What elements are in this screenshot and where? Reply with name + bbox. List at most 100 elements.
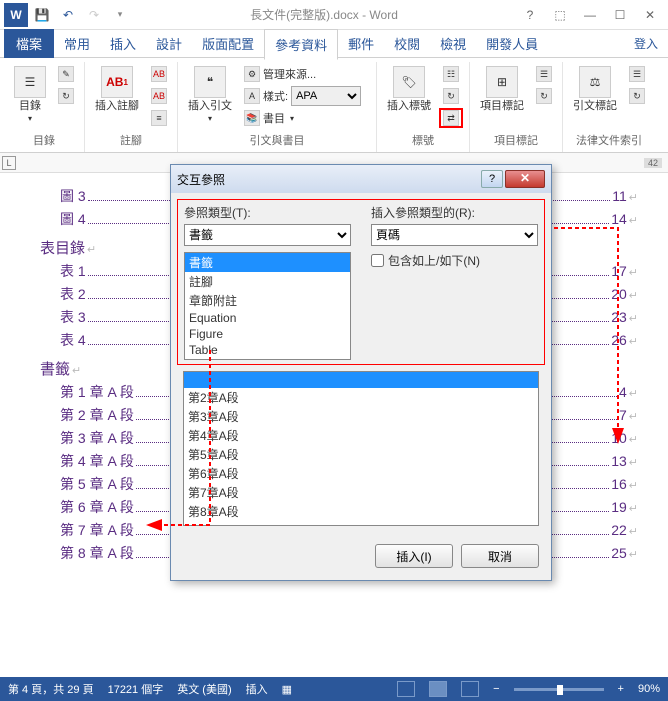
help-icon[interactable]: ? [516,5,544,25]
ref-type-option[interactable]: Table [185,342,350,358]
group-toc: ☰ 目錄 ▾ ✎ ↻ 目錄 [4,62,85,152]
list-item[interactable]: 第4章A段 [184,426,538,445]
paragraph-mark-icon: ↵ [629,214,638,227]
show-notes-button[interactable]: ≡ [147,108,171,128]
list-item[interactable]: 第8章A段 [184,502,538,521]
maximize-icon[interactable]: ☐ [606,5,634,25]
update-tof-button[interactable]: ↻ [439,86,463,106]
insert-index-button[interactable]: ☰ [532,64,556,84]
toc-page: 13 [611,453,627,469]
dialog-titlebar[interactable]: 交互參照 ? ✕ [171,165,551,193]
zoom-slider[interactable] [514,688,604,691]
close-icon[interactable]: ✕ [636,5,664,25]
reference-target-list[interactable]: 第2章A段第3章A段第4章A段第5章A段第6章A段第7章A段第8章A段 [183,371,539,526]
redo-icon[interactable]: ↷ [82,3,106,27]
view-print-icon[interactable] [429,681,447,697]
ref-type-option[interactable]: 章節附註 [185,291,350,310]
qat-dropdown-icon[interactable]: ▾ [108,3,132,27]
view-web-icon[interactable] [461,681,479,697]
login-link[interactable]: 登入 [624,30,668,57]
status-wordcount[interactable]: 17221 個字 [108,681,164,697]
tab-design[interactable]: 設計 [146,29,192,58]
tab-layout[interactable]: 版面配置 [192,29,264,58]
ref-type-option[interactable]: Equation [185,310,350,326]
mark-entry-button[interactable]: ⊞ 項目標記 [476,64,528,114]
status-page[interactable]: 第 4 頁，共 29 頁 [8,681,94,697]
list-item[interactable]: 第3章A段 [184,407,538,426]
footnote-icon: AB1 [101,66,133,98]
insert-endnote-button[interactable]: AB [147,64,171,84]
insert-toa-button[interactable]: ☰ [625,64,649,84]
toc-page: 22 [611,522,627,538]
list-item[interactable]: 第7章A段 [184,483,538,502]
toc-label: 表目錄 [40,237,85,258]
ref-type-dropdown-list[interactable]: 書籤註腳章節附註EquationFigureTable [184,252,351,360]
list-item[interactable]: 第6章A段 [184,464,538,483]
citation-style-select[interactable]: A樣式: APA [240,86,370,106]
add-text-button[interactable]: ✎ [54,64,78,84]
insert-footnote-button[interactable]: AB1 插入註腳 [91,64,143,114]
ref-type-option[interactable]: 註腳 [185,272,350,291]
insert-ref-select[interactable]: 頁碼 [371,224,538,246]
toc-label: 第 5 章 A 段 [60,474,134,494]
ref-type-select[interactable]: 書籤 [184,224,351,246]
bibliography-button[interactable]: 📚書目▾ [240,108,370,128]
undo-icon[interactable]: ↶ [56,3,80,27]
status-macro-icon[interactable]: ▦ [282,683,292,696]
tab-developer[interactable]: 開發人員 [476,29,548,58]
ribbon-tabs: 檔案 常用 插入 設計 版面配置 參考資料 郵件 校閱 檢視 開發人員 登入 [0,30,668,58]
list-item[interactable]: 第2章A段 [184,388,538,407]
view-read-icon[interactable] [397,681,415,697]
tab-view[interactable]: 檢視 [430,29,476,58]
update-index-button[interactable]: ↻ [532,86,556,106]
include-checkbox[interactable] [371,254,384,267]
citation-icon: ❝ [194,66,226,98]
style-dropdown[interactable]: APA [291,86,361,106]
word-icon[interactable]: W [4,3,28,27]
list-item[interactable] [184,372,538,388]
manage-sources-button[interactable]: ⚙管理來源... [240,64,370,84]
update-toc-button[interactable]: ↻ [54,86,78,106]
toc-button[interactable]: ☰ 目錄 ▾ [10,64,50,125]
tab-insert[interactable]: 插入 [100,29,146,58]
insert-caption-button[interactable]: 🏷 插入標號 [383,64,435,114]
toc-page: 14 [611,211,627,227]
cross-reference-button[interactable]: ⇄ [439,108,463,128]
cancel-button[interactable]: 取消 [461,544,539,568]
toc-page: 4 [619,384,627,400]
ref-type-option[interactable]: Figure [185,326,350,342]
zoom-in-icon[interactable]: + [618,683,624,695]
toc-label: 書籤 [40,358,70,379]
toc-page: 10 [611,430,627,446]
tab-home[interactable]: 常用 [54,29,100,58]
dialog-close-icon[interactable]: ✕ [505,170,545,188]
save-icon[interactable]: 💾 [30,3,54,27]
tab-review[interactable]: 校閱 [384,29,430,58]
insert-citation-button[interactable]: ❝ 插入引文 ▾ [184,64,236,125]
tab-mailings[interactable]: 郵件 [338,29,384,58]
group-footnote: AB1 插入註腳 AB AB ≡ 註腳 [85,62,178,152]
update-toa-button[interactable]: ↻ [625,86,649,106]
zoom-out-icon[interactable]: − [493,683,499,695]
paragraph-mark-icon: ↵ [629,410,638,423]
insert-tof-button[interactable]: ☷ [439,64,463,84]
status-insertmode[interactable]: 插入 [246,681,268,697]
file-tab[interactable]: 檔案 [4,29,54,58]
ribbon-toggle-icon[interactable]: ⬚ [546,5,574,25]
minimize-icon[interactable]: — [576,5,604,25]
toc-label: 第 2 章 A 段 [60,405,134,425]
status-language[interactable]: 英文 (美國) [177,681,231,697]
insert-button[interactable]: 插入(I) [375,544,453,568]
list-item[interactable]: 第5章A段 [184,445,538,464]
dialog-help-icon[interactable]: ? [481,170,503,188]
ref-type-option[interactable]: 書籤 [185,253,350,272]
tab-references[interactable]: 參考資料 [264,29,338,60]
mark-citation-button[interactable]: ⚖ 引文標記 [569,64,621,114]
zoom-level[interactable]: 90% [638,683,660,695]
window-title: 長文件(完整版).docx - Word [132,6,516,23]
next-footnote-button[interactable]: AB [147,86,171,106]
include-above-below-check[interactable]: 包含如上/如下(N) [371,252,538,269]
paragraph-mark-icon: ↵ [629,456,638,469]
toc-page: 16 [611,476,627,492]
ruler-tab-stop[interactable]: L [2,156,16,170]
